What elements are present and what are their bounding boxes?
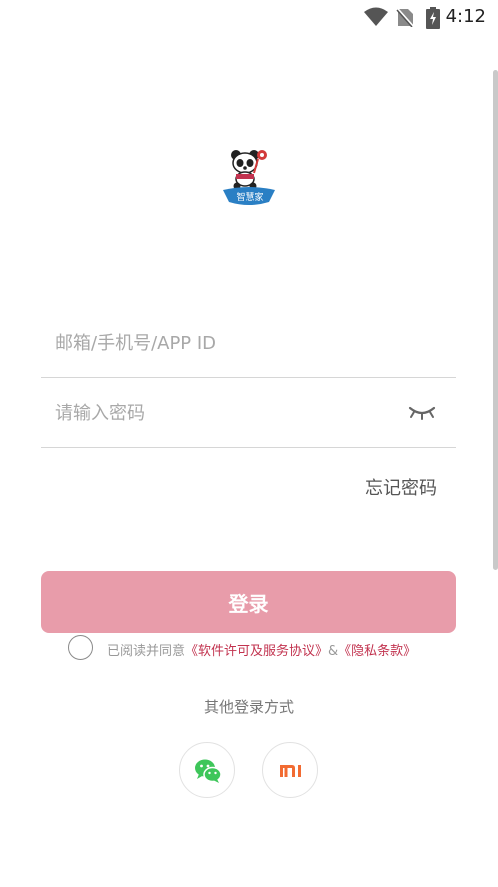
clock-time: 4:12 [445, 6, 486, 27]
scrollbar[interactable] [493, 70, 498, 570]
password-field [41, 378, 456, 448]
logo-text: 智慧家 [236, 193, 264, 203]
status-bar: 4:12 [0, 0, 498, 34]
terms-link[interactable]: 《软件许可及服务协议》 [185, 644, 328, 659]
mi-login-button[interactable] [262, 742, 318, 798]
agreement-text: 已阅读并同意《软件许可及服务协议》&《隐私条款》 [107, 640, 416, 659]
account-input[interactable] [55, 326, 395, 360]
privacy-link[interactable]: 《隐私条款》 [338, 644, 416, 659]
agreement-checkbox[interactable] [68, 635, 93, 660]
login-button[interactable]: 登录 [41, 571, 456, 633]
eye-closed-icon[interactable] [408, 402, 436, 422]
wechat-login-button[interactable] [179, 742, 235, 798]
no-sim-icon [396, 7, 414, 31]
other-login-title: 其他登录方式 [203, 698, 294, 716]
agreement-separator: & [328, 644, 339, 659]
wifi-icon [364, 7, 388, 31]
agreement-row: 已阅读并同意《软件许可及服务协议》&《隐私条款》 [68, 635, 468, 663]
account-field [41, 308, 456, 378]
battery-charging-icon [426, 7, 440, 33]
agreement-prefix: 已阅读并同意 [107, 644, 186, 659]
password-input[interactable] [55, 396, 395, 430]
forgot-password-link[interactable]: 忘记密码 [365, 474, 437, 500]
app-logo: 智慧家 [221, 146, 277, 210]
